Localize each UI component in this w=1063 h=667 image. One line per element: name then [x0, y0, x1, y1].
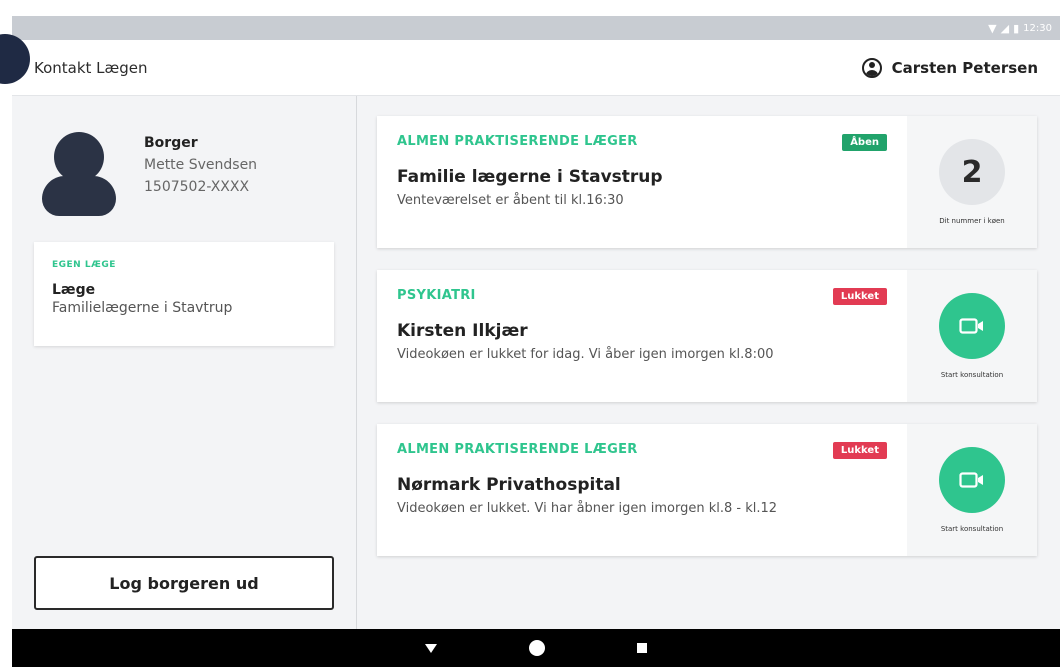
clinic-card-info: PSYKIATRI Lukket Kirsten Ilkjær Videokøe… [377, 270, 907, 402]
start-consultation-button[interactable] [939, 293, 1005, 359]
video-camera-icon [959, 318, 983, 334]
status-bar: ▼ ◢ ▮ 12:30 [12, 16, 1060, 40]
start-consultation-label: Start konsultation [940, 525, 1004, 533]
avatar-head [54, 132, 104, 182]
recents-button[interactable] [637, 643, 647, 653]
battery-icon: ▮ [1013, 21, 1020, 35]
citizen-id: 1507502-XXXX [144, 179, 250, 195]
citizen-name: Mette Svendsen [144, 157, 258, 173]
own-doctor-kicker: EGEN LÆGE [52, 260, 116, 270]
system-nav-bar [12, 629, 1060, 667]
clinic-list: ALMEN PRAKTISERENDE LÆGER Åben Familie l… [357, 96, 1060, 629]
consultation-panel: Start konsultation [907, 270, 1037, 402]
status-badge: Lukket [832, 288, 887, 305]
home-icon [529, 640, 545, 656]
logout-button[interactable]: Log borgeren ud [34, 556, 334, 610]
own-doctor-title: Læge [52, 282, 96, 298]
clinic-card[interactable]: ALMEN PRAKTISERENDE LÆGER Lukket Nørmark… [377, 424, 1037, 556]
clinic-card-info: ALMEN PRAKTISERENDE LÆGER Lukket Nørmark… [377, 424, 907, 556]
back-button[interactable] [425, 643, 437, 653]
user-icon [861, 57, 882, 78]
own-doctor-clinic: Familielægerne i Stavtrup [52, 300, 233, 316]
clinic-description: Videokøen er lukket for idag. Vi åber ig… [397, 347, 774, 362]
avatar [40, 132, 120, 216]
status-badge: Lukket [832, 442, 887, 459]
clinic-description: Videokøen er lukket. Vi har åbner igen i… [397, 501, 778, 516]
page-title: Kontakt Lægen [34, 58, 148, 77]
back-icon [425, 643, 437, 653]
avatar-body [42, 176, 116, 216]
queue-label: Dit nummer i køen [939, 217, 1005, 225]
queue-number: 2 [939, 139, 1005, 205]
wifi-icon: ▼ [988, 21, 997, 35]
consultation-panel: Start konsultation [907, 424, 1037, 556]
user-name: Carsten Petersen [891, 58, 1038, 77]
queue-panel: 2 Dit nummer i køen [907, 116, 1037, 248]
clinic-category: ALMEN PRAKTISERENDE LÆGER [397, 442, 638, 457]
clinic-name: Kirsten Ilkjær [397, 321, 528, 341]
clinic-card[interactable]: PSYKIATRI Lukket Kirsten Ilkjær Videokøe… [377, 270, 1037, 402]
signal-icon: ◢ [1000, 21, 1010, 35]
clinic-name: Familie lægerne i Stavstrup [397, 167, 663, 187]
app-bar: Kontakt Lægen Carsten Petersen [12, 40, 1060, 96]
video-camera-icon [959, 472, 983, 488]
citizen-details: Borger Mette Svendsen 1507502-XXXX [144, 132, 257, 212]
clinic-description: Venteværelset er åbent til kl.16:30 [397, 193, 624, 208]
start-consultation-label: Start konsultation [940, 371, 1004, 379]
recents-icon [637, 643, 647, 653]
start-consultation-button[interactable] [939, 447, 1005, 513]
home-button[interactable] [529, 640, 545, 656]
sidebar: Borger Mette Svendsen 1507502-XXXX EGEN … [12, 96, 357, 629]
citizen-role: Borger [144, 135, 198, 151]
citizen-info: Borger Mette Svendsen 1507502-XXXX [40, 132, 257, 216]
own-doctor-card: EGEN LÆGE Læge Familielægerne i Stavtrup [34, 242, 334, 346]
clinic-category: PSYKIATRI [397, 288, 476, 303]
status-time: 12:30 [1023, 22, 1052, 34]
clinic-card-info: ALMEN PRAKTISERENDE LÆGER Åben Familie l… [377, 116, 907, 248]
clinic-card[interactable]: ALMEN PRAKTISERENDE LÆGER Åben Familie l… [377, 116, 1037, 248]
clinic-name: Nørmark Privathospital [397, 475, 621, 495]
tablet-screen: ▼ ◢ ▮ 12:30 Kontakt Lægen Carsten Peters… [12, 16, 1060, 667]
clinic-category: ALMEN PRAKTISERENDE LÆGER [397, 134, 638, 149]
user-menu[interactable]: Carsten Petersen [861, 57, 1038, 78]
status-badge: Åben [842, 134, 887, 151]
